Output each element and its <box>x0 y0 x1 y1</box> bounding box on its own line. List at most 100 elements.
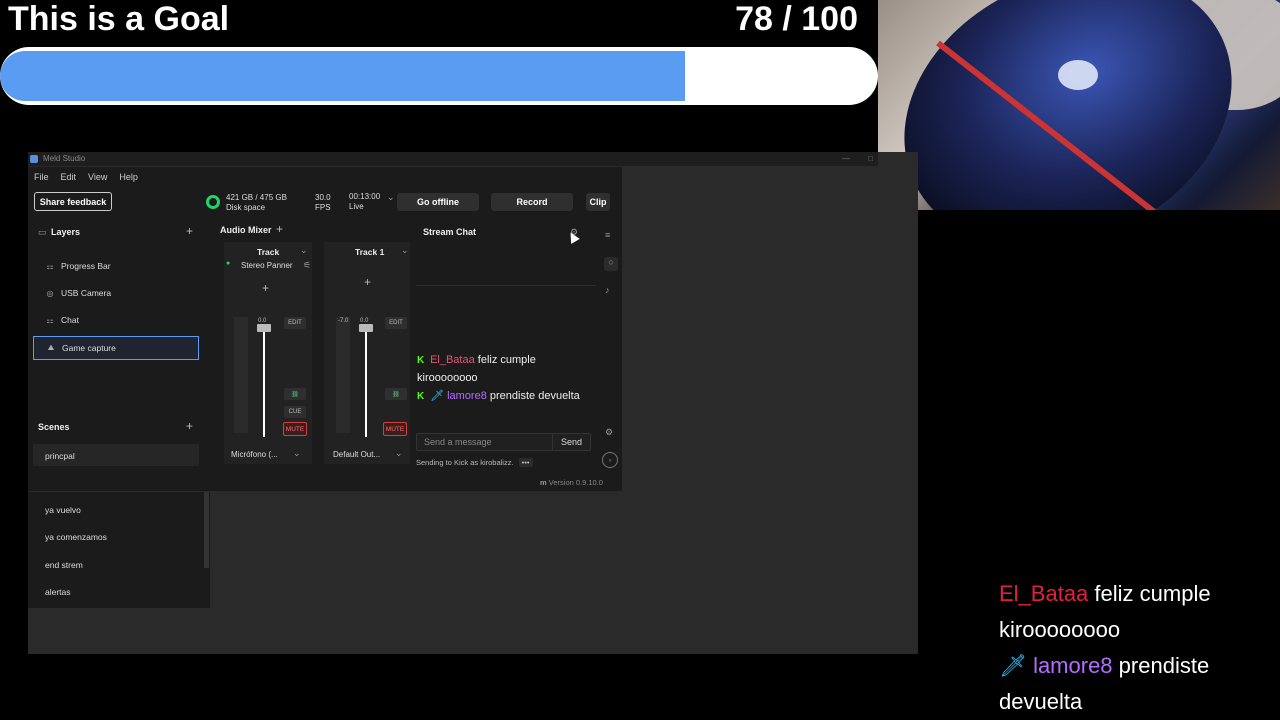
minimize-icon[interactable]: — <box>842 154 850 163</box>
stream-chat-title: Stream Chat <box>423 227 477 237</box>
account-icon[interactable]: ◦ <box>602 452 618 468</box>
menu-edit[interactable]: Edit <box>55 167 83 187</box>
send-button[interactable]: Send <box>552 433 590 451</box>
add-effect-button[interactable]: + <box>262 281 269 295</box>
link-icon[interactable]: ⛓ <box>385 388 407 400</box>
overlay-chat-text: feliz cumple <box>1094 581 1211 606</box>
effect-label[interactable]: Stereo Panner <box>241 261 293 270</box>
version-label: m Version 0.9.10.0 <box>540 478 603 487</box>
sword-icon: 🗡 <box>999 653 1027 678</box>
menu-view[interactable]: View <box>82 167 113 187</box>
chat-input-placeholder: Send a message <box>424 437 492 447</box>
mute-button[interactable]: MUTE <box>283 422 307 436</box>
add-effect-button[interactable]: + <box>364 275 371 289</box>
sending-as-text: Sending to Kick as kirobalizz. <box>416 458 514 467</box>
webcam-feed <box>878 0 1280 210</box>
sliders-icon[interactable]: ⚟ <box>303 260 311 271</box>
fader-track[interactable] <box>263 327 265 437</box>
mute-button[interactable]: MUTE <box>383 422 407 436</box>
fps-value: 30.0 <box>315 193 331 202</box>
overlay-chat-text: prendiste <box>1118 653 1210 678</box>
scene-item-alertas[interactable]: alertas <box>45 587 71 597</box>
overlay-chat-continuation: kiroooooooo <box>999 617 1121 642</box>
chat-text: prendiste devuelta <box>489 390 580 402</box>
overlay-chat-continuation: devuelta <box>999 689 1083 714</box>
disk-space-label: Disk space <box>226 203 266 212</box>
add-track-button[interactable]: + <box>276 222 283 236</box>
record-button[interactable]: Record <box>491 193 573 211</box>
window-title: Meld Studio <box>43 154 86 163</box>
overlay-chat-username: El_Bataa <box>999 581 1089 606</box>
chevron-down-icon[interactable]: ⌄ <box>300 245 308 256</box>
kick-icon: K <box>417 392 427 402</box>
layers-icon: ▭ <box>38 227 47 237</box>
camera-icon: ◎ <box>46 288 54 298</box>
edit-button[interactable]: EDIT <box>385 317 407 329</box>
chat-username[interactable]: lamore8 <box>447 390 487 402</box>
audio-mixer-title: Audio Mixer <box>220 225 272 235</box>
chat-username[interactable]: El_Bataa <box>430 354 475 366</box>
audio-icon[interactable]: ♪ <box>605 285 610 295</box>
layer-item-progress-bar[interactable]: ⚏ Progress Bar <box>33 254 199 278</box>
list-icon[interactable]: ≡ <box>605 230 610 240</box>
fps-label: FPS <box>315 203 331 212</box>
scene-item-end-strem[interactable]: end strem <box>45 560 83 570</box>
scene-list: ya vuelvo ya comenzamos end strem alerta… <box>28 492 210 608</box>
layer-item-chat[interactable]: ⚏ Chat <box>33 308 199 332</box>
layer-label: Chat <box>61 315 79 325</box>
fader-track[interactable] <box>365 327 367 437</box>
sword-icon: 🗡 <box>430 390 445 402</box>
input-device-select[interactable]: Micrófono (... <box>231 450 278 459</box>
disk-space-ring-icon <box>206 195 220 209</box>
meld-logo-icon: m <box>540 478 547 487</box>
disk-space-stat: 421 GB / 475 GB Disk space <box>226 193 287 213</box>
sending-as-label: Sending to Kick as kirobalizz. ••• <box>416 458 533 467</box>
chevron-down-icon[interactable]: ⌄ <box>401 245 409 256</box>
add-layer-button[interactable]: + <box>186 224 193 238</box>
chat-bubble-icon[interactable]: ○ <box>604 257 618 271</box>
add-scene-button[interactable]: + <box>186 419 193 433</box>
fps-stat: 30.0 FPS <box>315 193 331 213</box>
share-feedback-button[interactable]: Share feedback <box>34 192 112 211</box>
link-icon[interactable]: ⛓ <box>284 388 306 400</box>
goal-title: This is a Goal <box>8 0 230 38</box>
layer-item-game-capture[interactable]: ⛰ Game capture <box>33 336 199 360</box>
group-icon: ⚏ <box>46 315 54 325</box>
overlay-chat-message: El_Bataa feliz cumple <box>999 576 1279 612</box>
scenes-title: Scenes <box>38 422 70 432</box>
clip-button[interactable]: Clip <box>586 193 610 211</box>
settings-icon[interactable]: ⚙ <box>605 427 613 438</box>
menu-help[interactable]: Help <box>113 167 144 187</box>
go-offline-button[interactable]: Go offline <box>397 193 479 211</box>
fader-handle[interactable] <box>359 324 373 332</box>
level-meter <box>336 317 350 433</box>
fader-handle[interactable] <box>257 324 271 332</box>
chevron-down-icon[interactable]: ⌄ <box>395 448 403 459</box>
layer-item-usb-camera[interactable]: ◎ USB Camera <box>33 281 199 305</box>
scene-item-ya-comenzamos[interactable]: ya comenzamos <box>45 532 107 542</box>
chat-message: K El_Bataa feliz cumple kiroooooooo <box>417 351 597 387</box>
chevron-down-icon[interactable]: ⌄ <box>293 448 301 459</box>
window-titlebar: Meld Studio <box>28 152 878 166</box>
capture-icon: ⛰ <box>47 343 55 352</box>
chevron-down-icon[interactable]: ⌄ <box>387 192 395 203</box>
scene-label: princpal <box>45 451 75 461</box>
scene-item-ya-vuelvo[interactable]: ya vuelvo <box>45 505 81 515</box>
group-icon: ⚏ <box>46 261 54 271</box>
goal-count: 78 / 100 <box>735 0 858 38</box>
maximize-icon[interactable]: □ <box>868 154 873 163</box>
overlay-chat-message: 🗡 lamore8 prendiste <box>999 648 1279 684</box>
menu-file[interactable]: File <box>28 167 55 187</box>
divider <box>416 285 596 286</box>
more-options-button[interactable]: ••• <box>518 458 533 467</box>
scene-scrollbar[interactable] <box>204 492 209 568</box>
edit-button[interactable]: EDIT <box>284 317 306 329</box>
disk-space-value: 421 GB / 475 GB <box>226 193 287 202</box>
output-device-select[interactable]: Default Out... <box>333 450 380 459</box>
track-name: Track 1 <box>355 247 385 257</box>
webcam-object <box>878 0 1278 210</box>
version-text: Version 0.9.10.0 <box>548 478 603 487</box>
live-time-stat: 00:13:00 Live <box>349 192 380 212</box>
cue-button[interactable]: CUE <box>284 406 306 418</box>
layers-title: Layers <box>51 227 81 237</box>
